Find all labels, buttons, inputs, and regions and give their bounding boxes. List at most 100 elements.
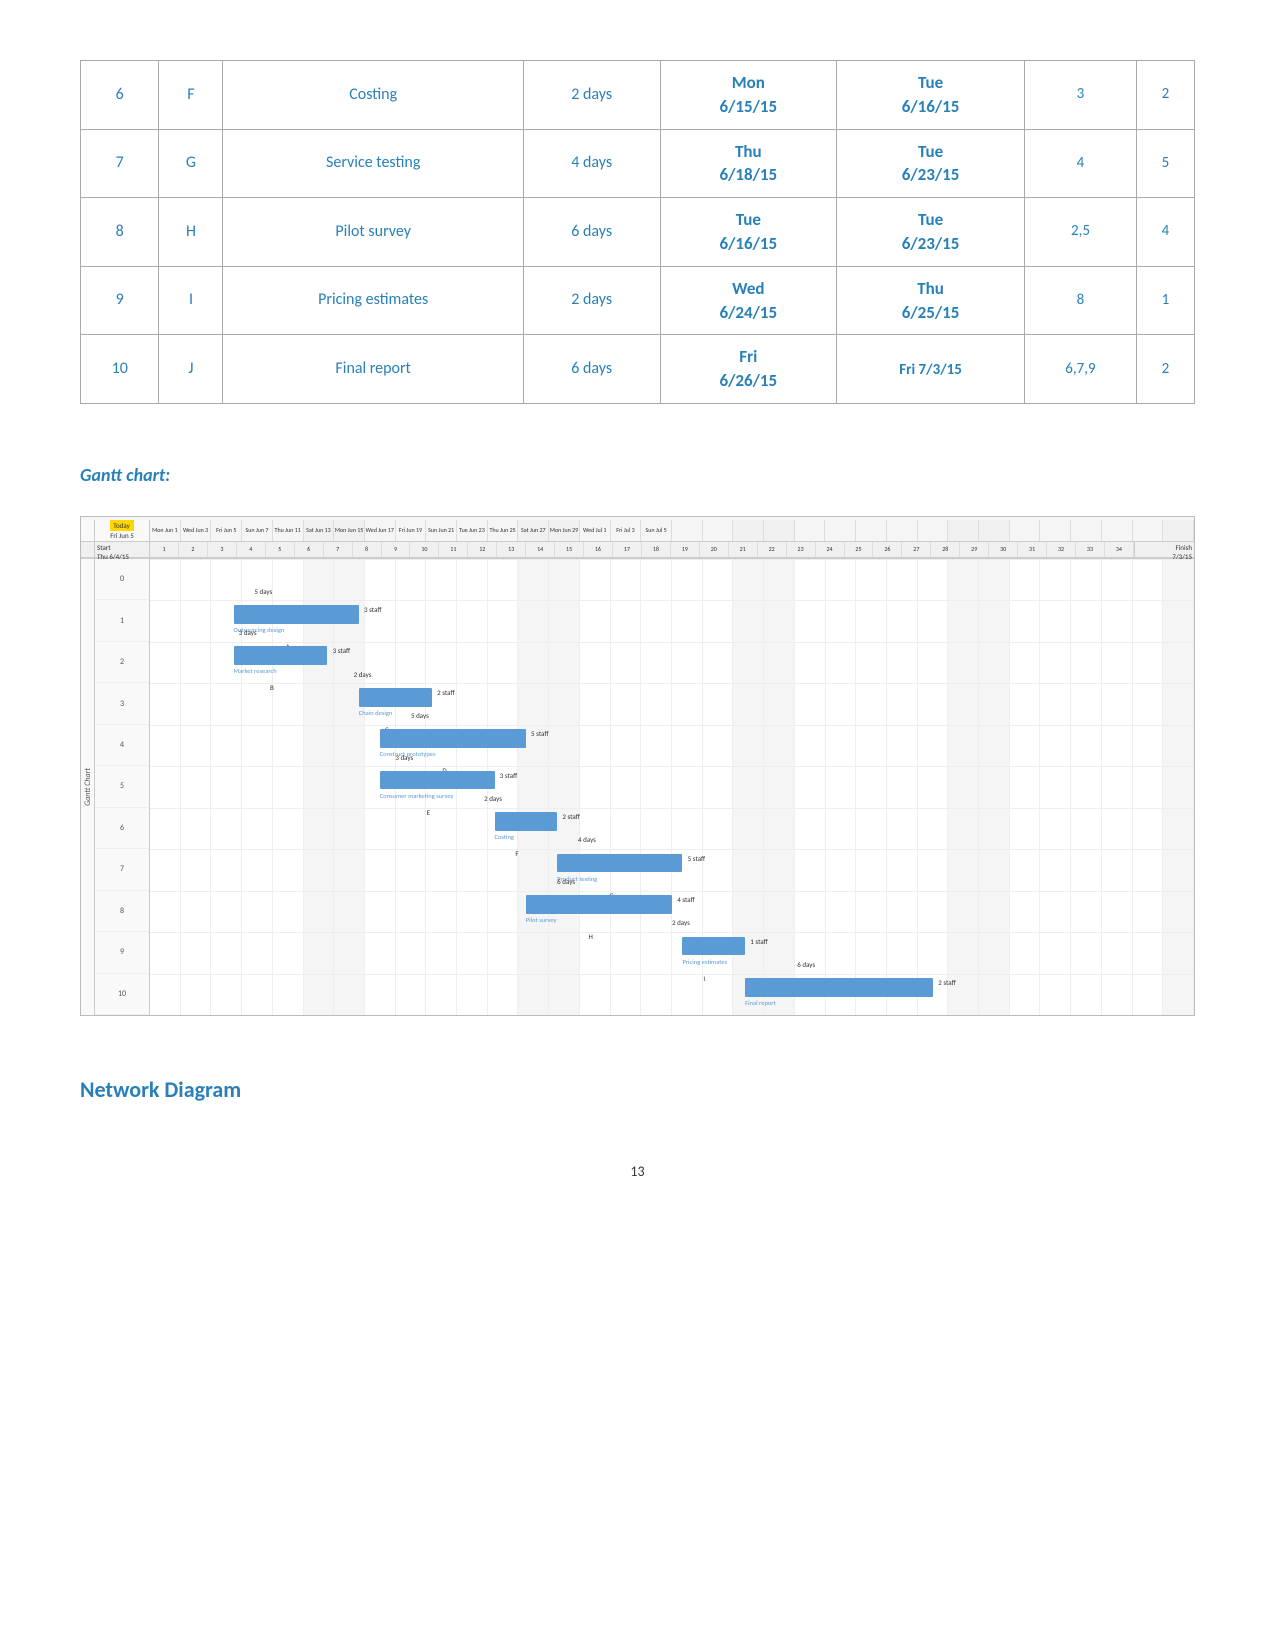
sub-date-col: 31 bbox=[1018, 542, 1047, 557]
gantt-task-name: Final report bbox=[745, 999, 776, 1007]
gantt-grid-col bbox=[641, 559, 672, 1015]
row-end: Tue6/23/15 bbox=[837, 129, 1025, 198]
sub-date-col: 12 bbox=[468, 542, 497, 557]
gantt-staff-label: 4 staff bbox=[677, 895, 694, 904]
gantt-task-name: Consumer marketing survey bbox=[380, 792, 454, 800]
gantt-row-label: 2 bbox=[95, 642, 149, 683]
date-col: Mon Jun 15 bbox=[334, 520, 365, 541]
gantt-bar bbox=[745, 978, 933, 997]
gantt-duration-label: 5 days bbox=[411, 711, 429, 720]
gantt-row-label: 1 bbox=[95, 600, 149, 641]
gantt-grid-row bbox=[150, 559, 1194, 560]
date-col bbox=[1010, 520, 1041, 541]
gantt-row-label: 5 bbox=[95, 766, 149, 807]
gantt-grid-col bbox=[518, 559, 549, 1015]
gantt-grid-row bbox=[150, 974, 1194, 975]
gantt-grid-col bbox=[1163, 559, 1194, 1015]
table-row: 10 J Final report 6 days Fri6/26/15 Fri … bbox=[81, 335, 1195, 404]
gantt-task-letter: I bbox=[703, 974, 705, 983]
table-row: 9 I Pricing estimates 2 days Wed6/24/15 … bbox=[81, 266, 1195, 335]
sub-date-col: 28 bbox=[931, 542, 960, 557]
row-name: Costing bbox=[223, 61, 523, 130]
date-col bbox=[703, 520, 734, 541]
table-row: 6 F Costing 2 days Mon6/15/15 Tue6/16/15… bbox=[81, 61, 1195, 130]
gantt-task-name: Costing bbox=[495, 833, 514, 841]
sub-date-col: 32 bbox=[1047, 542, 1076, 557]
row-staff: 1 bbox=[1136, 266, 1194, 335]
gantt-grid-col bbox=[181, 559, 212, 1015]
gantt-duration-label: 3 days bbox=[239, 628, 257, 637]
sub-date-col: 6 bbox=[295, 542, 324, 557]
row-staff: 4 bbox=[1136, 198, 1194, 267]
gantt-task-letter: F bbox=[515, 849, 518, 858]
row-staff: 2 bbox=[1136, 61, 1194, 130]
gantt-staff-label: 2 staff bbox=[562, 812, 579, 821]
gantt-task-name: Pilot survey bbox=[526, 916, 557, 924]
row-end: Tue6/23/15 bbox=[837, 198, 1025, 267]
gantt-duration-label: 5 days bbox=[254, 587, 272, 596]
gantt-task-letter: H bbox=[588, 932, 592, 941]
sub-date-col: 4 bbox=[237, 542, 266, 557]
sub-date-col: 13 bbox=[497, 542, 526, 557]
gantt-grid-row bbox=[150, 808, 1194, 809]
row-duration: 2 days bbox=[523, 61, 660, 130]
date-col bbox=[1040, 520, 1071, 541]
date-col: Mon Jun 29 bbox=[549, 520, 580, 541]
gantt-grid-row bbox=[150, 766, 1194, 767]
row-start: Fri6/26/15 bbox=[660, 335, 836, 404]
gantt-task-name: Pricing estimates bbox=[682, 958, 727, 966]
gantt-grid-col bbox=[1133, 559, 1164, 1015]
sub-date-col: 30 bbox=[989, 542, 1018, 557]
gantt-staff-label: 2 staff bbox=[938, 978, 955, 987]
row-name: Service testing bbox=[223, 129, 523, 198]
date-col: Wed Jun 17 bbox=[365, 520, 396, 541]
gantt-grid-col bbox=[304, 559, 335, 1015]
sub-date-col: 27 bbox=[902, 542, 931, 557]
row-deps: 4 bbox=[1025, 129, 1137, 198]
row-start: Thu6/18/15 bbox=[660, 129, 836, 198]
gantt-bar bbox=[234, 605, 359, 624]
date-col bbox=[795, 520, 826, 541]
date-col: Sun Jun 7 bbox=[242, 520, 273, 541]
gantt-bar bbox=[495, 812, 558, 831]
date-col: Fri Jun 19 bbox=[396, 520, 427, 541]
sub-date-col: 11 bbox=[439, 542, 468, 557]
sub-date-col: 17 bbox=[613, 542, 642, 557]
gantt-grid-row bbox=[150, 932, 1194, 933]
row-code: J bbox=[159, 335, 223, 404]
start-label: Start bbox=[97, 543, 111, 552]
gantt-grid-col bbox=[795, 559, 826, 1015]
date-col: Sun Jul 5 bbox=[641, 520, 672, 541]
row-name: Pilot survey bbox=[223, 198, 523, 267]
sub-date-col: 24 bbox=[816, 542, 845, 557]
gantt-grid-row bbox=[150, 683, 1194, 684]
gantt-row-label: 0 bbox=[95, 559, 149, 600]
sub-date-col: 1 bbox=[150, 542, 179, 557]
date-col bbox=[672, 520, 703, 541]
row-code: G bbox=[159, 129, 223, 198]
date-col bbox=[1102, 520, 1133, 541]
gantt-task-name: Market research bbox=[234, 667, 277, 675]
gantt-grid-col bbox=[334, 559, 365, 1015]
date-col bbox=[1133, 520, 1164, 541]
gantt-grid-row bbox=[150, 891, 1194, 892]
today-badge: Today bbox=[110, 520, 134, 531]
row-code: I bbox=[159, 266, 223, 335]
gantt-grid-col bbox=[948, 559, 979, 1015]
gantt-bar bbox=[682, 937, 745, 956]
gantt-bar bbox=[380, 771, 495, 790]
date-col bbox=[948, 520, 979, 541]
gantt-staff-label: 1 staff bbox=[750, 937, 767, 946]
gantt-bar bbox=[359, 688, 432, 707]
sub-date-col: 21 bbox=[729, 542, 758, 557]
sub-date-col: 20 bbox=[700, 542, 729, 557]
table-row: 7 G Service testing 4 days Thu6/18/15 Tu… bbox=[81, 129, 1195, 198]
gantt-grid-row bbox=[150, 849, 1194, 850]
date-col: Mon Jun 1 bbox=[150, 520, 181, 541]
sub-date-col: 16 bbox=[584, 542, 613, 557]
gantt-task-letter: E bbox=[427, 808, 430, 817]
gantt-grid-row bbox=[150, 725, 1194, 726]
date-col: Sat Jun 27 bbox=[518, 520, 549, 541]
gantt-duration-label: 4 days bbox=[578, 835, 596, 844]
sub-date-col: 5 bbox=[266, 542, 295, 557]
